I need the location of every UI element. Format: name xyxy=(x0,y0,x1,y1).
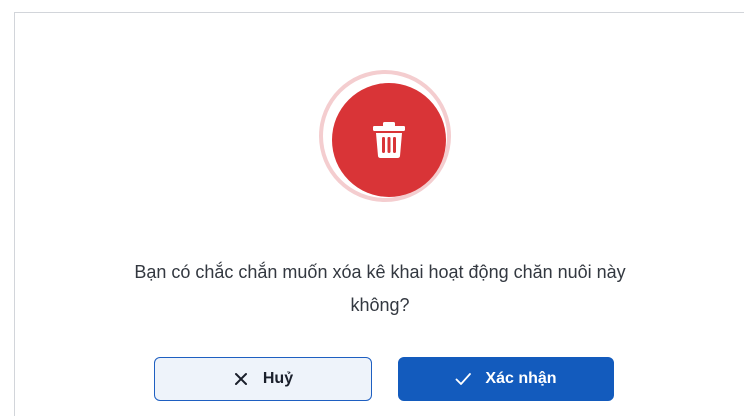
trash-icon-ring xyxy=(323,74,447,198)
check-icon xyxy=(456,373,472,385)
close-icon xyxy=(234,373,247,385)
confirm-button[interactable]: Xác nhận xyxy=(398,357,614,401)
confirm-message-line1: Bạn có chắc chắn muốn xóa kê khai hoạt đ… xyxy=(134,262,626,282)
confirm-button-label: Xác nhận xyxy=(485,370,557,387)
confirm-message: Bạn có chắc chắn muốn xóa kê khai hoạt đ… xyxy=(15,256,744,322)
trash-icon xyxy=(373,122,405,158)
trash-icon-badge xyxy=(319,70,451,202)
trash-icon-circle xyxy=(332,83,446,197)
cancel-button-label: Huỷ xyxy=(262,370,294,387)
confirm-message-line2: không? xyxy=(350,295,410,315)
delete-confirm-dialog: Bạn có chắc chắn muốn xóa kê khai hoạt đ… xyxy=(14,12,744,416)
cancel-button[interactable]: Huỷ xyxy=(154,357,372,401)
